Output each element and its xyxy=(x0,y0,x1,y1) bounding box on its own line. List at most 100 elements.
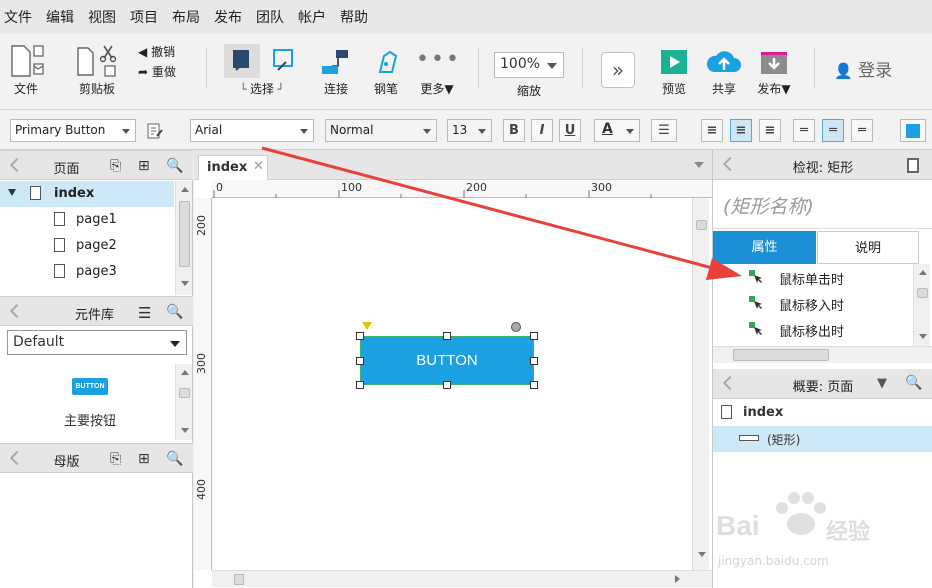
scroll-down-icon[interactable] xyxy=(181,428,189,433)
font-weight-select[interactable]: Normal xyxy=(325,119,437,142)
resize-handle[interactable] xyxy=(530,381,538,389)
add-folder-icon[interactable]: ⊞ xyxy=(138,158,150,174)
tab-notes[interactable]: 说明 xyxy=(817,231,919,264)
tab-properties[interactable]: 属性 xyxy=(713,231,816,264)
scroll-thumb[interactable] xyxy=(696,220,707,230)
bullet-list-button[interactable]: ☰ xyxy=(651,119,677,142)
menu-project[interactable]: 项目 xyxy=(130,7,158,27)
scroll-down-icon[interactable] xyxy=(698,552,706,557)
library-scrollbar[interactable] xyxy=(175,364,192,440)
tab-index[interactable]: index ✕ xyxy=(198,155,268,180)
resize-handle[interactable] xyxy=(356,332,364,340)
share-button[interactable]: 共享 xyxy=(704,42,744,97)
pin-icon[interactable] xyxy=(722,156,738,172)
expand-toolbar-button[interactable]: » xyxy=(601,52,635,88)
resize-handle[interactable] xyxy=(530,357,538,365)
pin-icon[interactable] xyxy=(722,375,738,391)
resize-handle[interactable] xyxy=(356,381,364,389)
event-item-mouseenter[interactable]: 鼠标移入时 xyxy=(713,290,913,316)
canvas-button-widget[interactable]: BUTTON xyxy=(360,336,534,385)
library-widget-primary-button[interactable]: BUTTON 主要按钮 xyxy=(40,374,140,434)
fill-color-button[interactable] xyxy=(900,119,926,142)
menu-team[interactable]: 团队 xyxy=(256,7,284,27)
resize-handle[interactable] xyxy=(443,332,451,340)
close-icon[interactable]: ✕ xyxy=(253,159,264,174)
italic-button[interactable]: I xyxy=(531,119,553,142)
page-tree-root[interactable]: index xyxy=(0,181,174,207)
event-item-click[interactable]: 鼠标单击时 xyxy=(713,264,913,290)
redo-button[interactable]: ➦ 重做 xyxy=(138,62,188,82)
scroll-down-icon[interactable] xyxy=(181,281,189,286)
zoom-select[interactable]: 100% xyxy=(494,52,564,78)
menu-layout[interactable]: 布局 xyxy=(172,7,200,27)
font-size-select[interactable]: 13 xyxy=(447,119,492,142)
menu-icon[interactable]: ☰ xyxy=(138,304,151,322)
clipboard-button[interactable]: 剪贴板 xyxy=(72,42,122,97)
design-canvas[interactable]: BUTTON xyxy=(213,199,691,570)
undo-button[interactable]: ◀ 撤销 xyxy=(138,42,188,62)
scroll-thumb[interactable] xyxy=(179,201,190,267)
align-right-button[interactable]: ≡ xyxy=(759,119,781,142)
menu-edit[interactable]: 编辑 xyxy=(46,7,74,27)
search-icon[interactable]: 🔍 xyxy=(166,451,183,467)
inspector-scrollbar[interactable] xyxy=(913,264,930,346)
widget-style-select[interactable]: Primary Button xyxy=(10,119,136,142)
add-page-icon[interactable]: ⎘ xyxy=(110,158,121,174)
align-left-button[interactable]: ≡ xyxy=(701,119,723,142)
search-icon[interactable]: 🔍 xyxy=(166,304,183,320)
resize-handle[interactable] xyxy=(443,381,451,389)
scroll-down-icon[interactable] xyxy=(919,334,927,339)
menu-file[interactable]: 文件 xyxy=(4,7,32,27)
menu-help[interactable]: 帮助 xyxy=(340,7,368,27)
add-master-icon[interactable]: ⎘ xyxy=(110,451,121,467)
pin-icon[interactable] xyxy=(9,303,25,319)
underline-button[interactable]: U xyxy=(559,119,581,142)
page-tree-item[interactable]: page2 xyxy=(0,233,174,259)
more-tools-button[interactable]: ••• 更多▼ xyxy=(416,42,459,97)
pen-tool[interactable]: 钢笔 xyxy=(368,42,404,97)
page-tree-item[interactable]: page1 xyxy=(0,207,174,233)
style-edit-icon[interactable] xyxy=(146,122,164,140)
preview-button[interactable]: 预览 xyxy=(654,42,694,97)
canvas-horizontal-scrollbar[interactable] xyxy=(212,570,712,587)
valign-top-button[interactable]: ═ xyxy=(793,119,815,142)
menu-view[interactable]: 视图 xyxy=(88,7,116,27)
event-item-mouseleave[interactable]: 鼠标移出时 xyxy=(713,316,913,342)
font-color-button[interactable]: A xyxy=(594,119,640,142)
scroll-right-icon[interactable] xyxy=(675,575,680,583)
menu-account[interactable]: 帐户 xyxy=(298,7,326,27)
scroll-thumb[interactable] xyxy=(733,349,829,361)
pages-scrollbar[interactable] xyxy=(175,181,192,295)
search-icon[interactable]: 🔍 xyxy=(905,375,922,391)
scroll-up-icon[interactable] xyxy=(181,187,189,192)
connect-tool[interactable]: 连接 xyxy=(318,42,354,97)
bold-button[interactable]: B xyxy=(503,119,525,142)
outline-root[interactable]: index xyxy=(713,400,932,426)
login-button[interactable]: 👤 登录 xyxy=(834,56,892,81)
search-icon[interactable]: 🔍 xyxy=(166,158,183,174)
font-family-select[interactable]: Arial xyxy=(190,119,314,142)
scroll-thumb[interactable] xyxy=(179,388,190,398)
canvas-vertical-scrollbar[interactable] xyxy=(692,198,709,570)
note-page-icon[interactable] xyxy=(907,158,919,173)
tab-dropdown-icon[interactable] xyxy=(694,162,704,168)
scroll-thumb[interactable] xyxy=(234,574,244,585)
page-tree-item[interactable]: page3 xyxy=(0,259,174,285)
scroll-up-icon[interactable] xyxy=(919,270,927,275)
file-button[interactable]: 文件 xyxy=(8,42,44,97)
filter-icon[interactable]: ▼ xyxy=(877,376,887,391)
publish-button[interactable]: 发布▼ xyxy=(752,42,796,97)
outline-item-rectangle[interactable]: (矩形) xyxy=(713,426,932,452)
align-center-button[interactable]: ≡ xyxy=(730,119,752,142)
shape-name-input[interactable]: (矩形名称) xyxy=(713,181,932,229)
inspector-horizontal-scrollbar[interactable] xyxy=(713,346,932,363)
scroll-thumb[interactable] xyxy=(917,288,928,298)
rotate-handle-icon[interactable] xyxy=(511,322,521,332)
expand-triangle-icon[interactable] xyxy=(8,189,16,196)
style-marker-icon[interactable] xyxy=(362,322,372,330)
select-tool[interactable]: └ 选择 ┘ xyxy=(222,42,302,97)
valign-bottom-button[interactable]: ═ xyxy=(851,119,873,142)
add-folder-icon[interactable]: ⊞ xyxy=(138,451,150,467)
valign-middle-button[interactable]: ═ xyxy=(822,119,844,142)
scroll-up-icon[interactable] xyxy=(181,370,189,375)
